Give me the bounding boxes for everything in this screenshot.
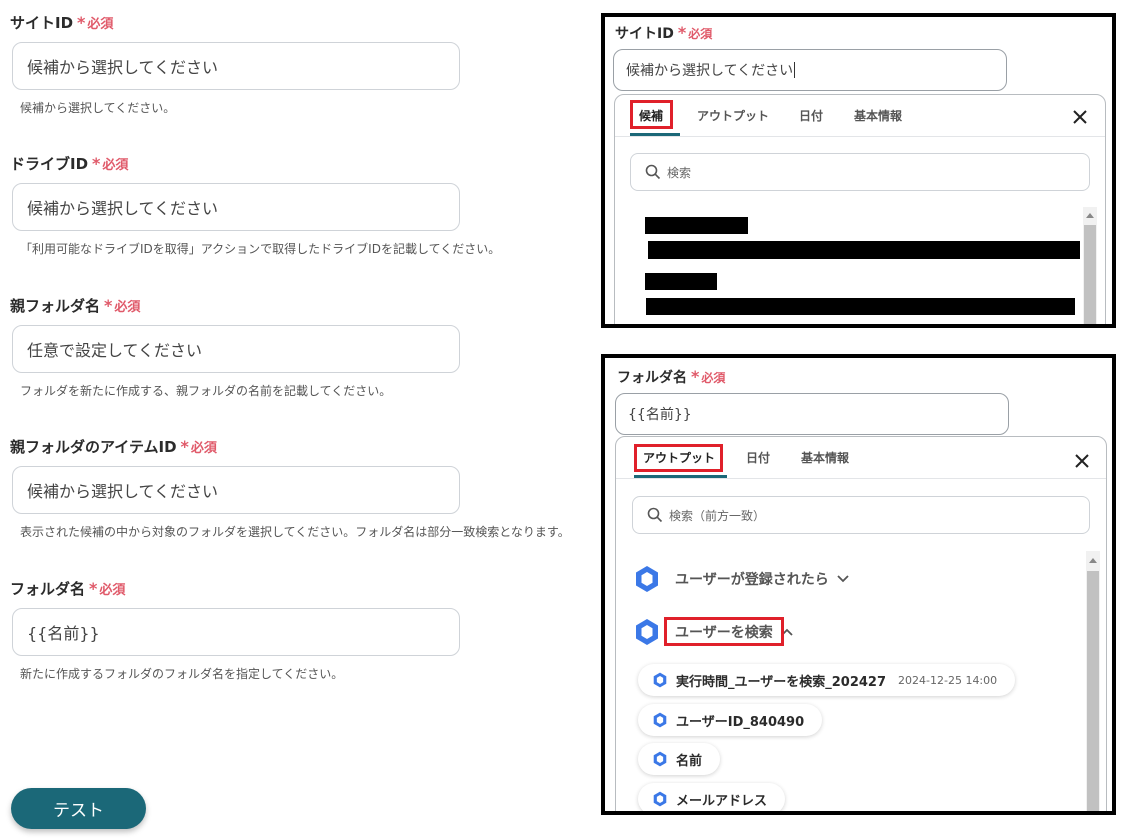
required-badge: * 必須	[77, 13, 114, 32]
scroll-up-icon[interactable]	[1089, 558, 1097, 563]
highlight-box	[630, 100, 673, 129]
scrollbar[interactable]	[1086, 551, 1100, 811]
field-label: 親フォルダのアイテムID * 必須	[10, 437, 217, 456]
site-id-panel-input[interactable]: 候補から選択してください	[613, 49, 1007, 91]
hexagon-app-icon	[636, 566, 658, 592]
close-icon[interactable]	[1072, 451, 1092, 471]
field-label: フォルダ名 * 必須	[10, 579, 126, 598]
tab-bar: アウトプット 日付 基本情報	[616, 437, 1106, 479]
highlight-box	[664, 617, 784, 646]
drive-id-input[interactable]: 候補から選択してください	[12, 183, 460, 231]
output-item-user-id[interactable]: ユーザーID_840490	[638, 704, 823, 736]
site-id-panel: サイトID * 必須 候補から選択してください 候補 アウトプット 日付 基本情報 …	[601, 13, 1116, 328]
required-badge: * 必須	[104, 296, 141, 315]
output-item-exec-time[interactable]: 実行時間_ユーザーを検索_202427 2024-12-25 14:00	[638, 664, 1016, 696]
field-help: 新たに作成するフォルダのフォルダ名を指定してください。	[20, 667, 344, 681]
field-help: 表示された候補の中から対象のフォルダを選択してください。フォルダ名は部分一致検索…	[20, 525, 570, 539]
tab-output[interactable]: アウトプット	[697, 107, 769, 124]
active-tab-underline	[634, 475, 727, 478]
scroll-thumb[interactable]	[1084, 225, 1096, 324]
field-help: フォルダを新たに作成する、親フォルダの名前を記載してください。	[20, 384, 392, 398]
required-badge: * 必須	[677, 23, 713, 42]
highlight-box	[634, 444, 723, 472]
redacted-text	[645, 217, 748, 234]
folder-name-panel: フォルダ名 * 必須 {{名前}} アウトプット 日付 基本情報 検索（前方一致） …	[601, 354, 1116, 815]
hexagon-app-icon	[653, 751, 667, 767]
hexagon-app-icon	[653, 672, 667, 688]
field-help: 候補から選択してください。	[20, 101, 176, 115]
output-dropdown: アウトプット 日付 基本情報 検索（前方一致） ユーザーが登録されたら ユーザー…	[615, 436, 1107, 811]
item-timestamp: 2024-12-25 14:00	[898, 673, 998, 687]
candidate-dropdown: 候補 アウトプット 日付 基本情報 検索	[614, 94, 1106, 324]
text-caret	[794, 62, 796, 78]
test-button[interactable]: テスト	[11, 788, 146, 829]
required-badge: * 必須	[180, 437, 217, 456]
search-icon	[645, 164, 661, 180]
folder-name-input[interactable]: {{名前}}	[12, 608, 460, 656]
output-item-email[interactable]: メールアドレス	[638, 783, 786, 811]
required-badge: * 必須	[691, 367, 726, 386]
hexagon-app-icon	[653, 791, 667, 807]
hexagon-app-icon	[653, 712, 667, 728]
tab-basic-info[interactable]: 基本情報	[854, 107, 902, 124]
tab-bar: 候補 アウトプット 日付 基本情報	[615, 95, 1105, 137]
redacted-text	[648, 241, 1080, 259]
folder-name-panel-input[interactable]: {{名前}}	[615, 393, 1009, 435]
output-item-name[interactable]: 名前	[638, 743, 721, 775]
redacted-text	[645, 273, 717, 290]
group-user-registered[interactable]: ユーザーが登録されたら	[633, 565, 849, 593]
field-label: サイトID * 必須	[10, 13, 114, 32]
scroll-thumb[interactable]	[1087, 571, 1099, 811]
hexagon-app-icon	[636, 619, 658, 645]
site-id-input[interactable]: 候補から選択してください	[12, 42, 460, 90]
parent-item-id-input[interactable]: 候補から選択してください	[12, 466, 460, 514]
chevron-down-icon[interactable]	[837, 575, 849, 583]
redacted-text	[646, 298, 1075, 315]
required-badge: * 必須	[92, 154, 129, 173]
close-icon[interactable]	[1070, 107, 1090, 127]
active-tab-underline	[630, 133, 680, 136]
scroll-up-icon[interactable]	[1086, 213, 1094, 218]
tab-date[interactable]: 日付	[746, 449, 770, 466]
search-icon	[647, 507, 663, 523]
field-help: 「利用可能なドライブIDを取得」アクションで取得したドライブIDを記載してくださ…	[20, 242, 501, 256]
field-label: ドライブID * 必須	[10, 154, 129, 173]
candidate-search-input[interactable]: 検索	[630, 153, 1090, 191]
parent-folder-name-input[interactable]: 任意で設定してください	[12, 325, 460, 373]
output-search-input[interactable]: 検索（前方一致）	[632, 496, 1090, 534]
tab-date[interactable]: 日付	[799, 107, 823, 124]
required-badge: * 必須	[89, 579, 126, 598]
panel-label: サイトID * 必須	[615, 23, 713, 42]
panel-label: フォルダ名 * 必須	[617, 367, 726, 386]
tab-basic-info[interactable]: 基本情報	[801, 449, 849, 466]
scrollbar[interactable]	[1083, 207, 1097, 324]
field-label: 親フォルダ名 * 必須	[10, 296, 141, 315]
